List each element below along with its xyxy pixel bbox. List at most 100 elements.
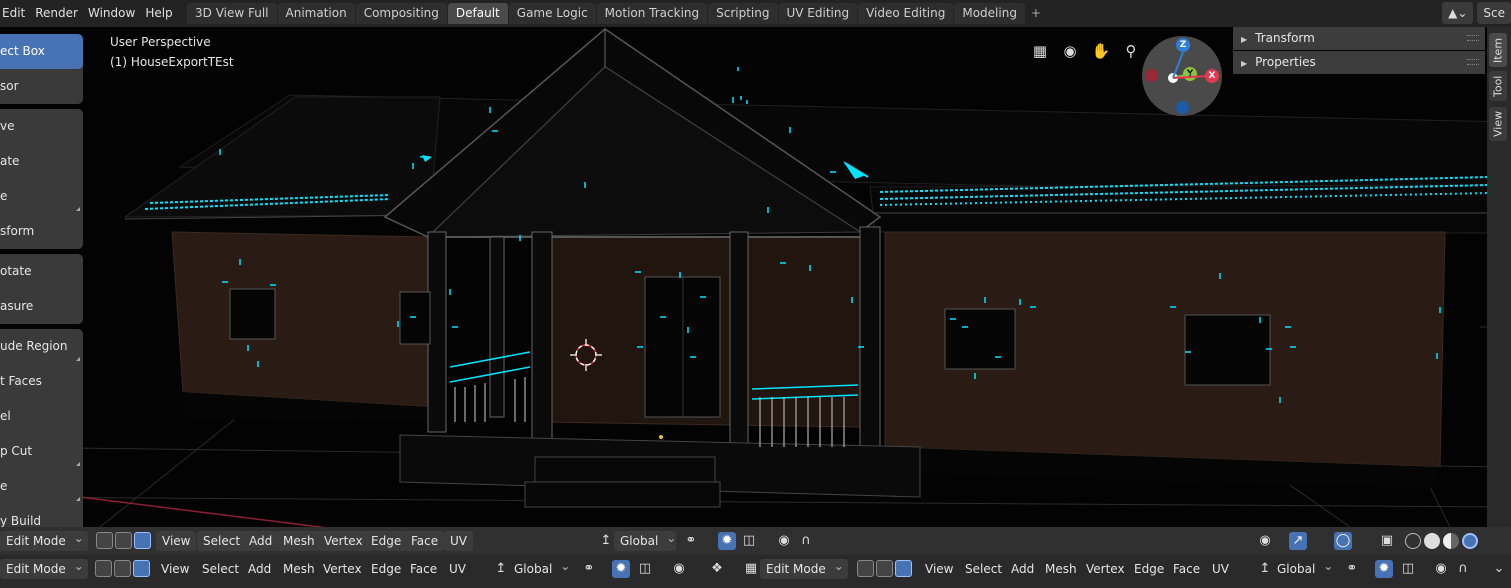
menu-add[interactable]: Add xyxy=(243,531,279,551)
snap-target-icon[interactable]: ◫ xyxy=(1399,560,1417,578)
grid-view-icon[interactable]: ▦ xyxy=(1028,39,1052,63)
grip-icon[interactable] xyxy=(1467,59,1479,65)
menu-help[interactable]: Help xyxy=(140,0,177,27)
vertex-select-icon[interactable] xyxy=(857,560,874,577)
solid-shading-icon[interactable] xyxy=(1424,533,1440,549)
menu-edge-2[interactable]: Edge xyxy=(371,559,401,579)
mode-dropdown-2[interactable]: Edit Mode xyxy=(0,559,88,579)
menu-add-3[interactable]: Add xyxy=(1011,559,1034,579)
mode-dropdown-3[interactable]: Edit Mode xyxy=(760,559,848,579)
house-mesh-render[interactable] xyxy=(0,27,1511,527)
menu-vertex-3[interactable]: Vertex xyxy=(1086,559,1125,579)
overflow-icon[interactable]: ⌄ xyxy=(1490,560,1508,578)
hand-pan-icon[interactable]: ✋ xyxy=(1089,39,1113,63)
menu-edge[interactable]: Edge xyxy=(365,531,408,551)
tab-view[interactable]: View xyxy=(1489,107,1507,141)
menu-mesh[interactable]: Mesh xyxy=(277,531,321,551)
panel-transform[interactable]: ▶ Transform xyxy=(1233,27,1485,50)
menu-view[interactable]: View xyxy=(156,531,197,551)
menu-vertex-2[interactable]: Vertex xyxy=(323,559,362,579)
camera-icon[interactable]: ◉ xyxy=(1058,39,1082,63)
add-workspace-button[interactable]: + xyxy=(1026,3,1046,24)
tool-button[interactable]: ude Region xyxy=(0,329,83,364)
visibility-icon[interactable]: ◉ xyxy=(1256,532,1274,550)
proportional-edit-icon[interactable]: ◉ xyxy=(775,532,793,550)
snap-icon[interactable]: ✹ xyxy=(718,532,736,550)
overlay-toggle-icon[interactable]: ◯ xyxy=(1334,532,1352,550)
workspace-tab-motion-tracking[interactable]: Motion Tracking xyxy=(596,3,708,24)
menu-face-2[interactable]: Face xyxy=(410,559,437,579)
rendered-shading-icon[interactable] xyxy=(1462,533,1478,549)
menu-edge-3[interactable]: Edge xyxy=(1134,559,1164,579)
menu-vertex[interactable]: Vertex xyxy=(318,531,369,551)
menu-uv[interactable]: UV xyxy=(444,531,473,551)
pivot-icon[interactable]: ⚭ xyxy=(682,532,700,550)
menu-mesh-2[interactable]: Mesh xyxy=(283,559,315,579)
tool-button[interactable]: e xyxy=(0,179,83,214)
xray-icon[interactable]: ▣ xyxy=(1378,532,1396,550)
navigation-gizmo[interactable]: Z Y X xyxy=(1142,36,1222,116)
face-select-icon[interactable] xyxy=(133,560,150,577)
tool-button[interactable]: sor xyxy=(0,69,83,104)
tool-button[interactable]: ate xyxy=(0,144,83,179)
face-select-icon[interactable] xyxy=(134,532,151,549)
pivot-icon[interactable]: ⚭ xyxy=(1343,560,1361,578)
menu-mesh-3[interactable]: Mesh xyxy=(1045,559,1077,579)
tool-button[interactable]: y Build xyxy=(0,504,83,527)
grip-icon[interactable] xyxy=(1467,35,1479,41)
tool-button[interactable]: e xyxy=(0,469,83,504)
tab-tool[interactable]: Tool xyxy=(1489,71,1507,101)
tool-button[interactable]: asure xyxy=(0,289,83,324)
tool-button[interactable]: ect Box xyxy=(0,34,83,69)
face-select-icon[interactable] xyxy=(895,560,912,577)
proportional-edit-icon[interactable]: ◉ xyxy=(670,560,688,578)
snap-icon[interactable]: ✹ xyxy=(612,560,630,578)
zoom-icon[interactable]: ⚲ xyxy=(1119,39,1143,63)
scene-name[interactable]: Sce xyxy=(1477,2,1511,24)
workspace-tab-compositing[interactable]: Compositing xyxy=(355,3,447,24)
workspace-tab-default[interactable]: Default xyxy=(447,3,508,24)
mode-dropdown[interactable]: Edit Mode xyxy=(0,531,88,551)
scene-icon-button[interactable]: ▲⌄ xyxy=(1442,2,1474,24)
menu-face[interactable]: Face xyxy=(405,531,445,551)
proportional-edit-icon[interactable]: ◉ xyxy=(1432,560,1450,578)
edge-select-icon[interactable] xyxy=(114,560,131,577)
orientation-dropdown-2[interactable]: Global xyxy=(514,559,570,579)
workspace-tab-video-editing[interactable]: Video Editing xyxy=(858,3,954,24)
orientation-dropdown[interactable]: Global xyxy=(614,531,676,551)
tab-item[interactable]: Item xyxy=(1489,33,1507,67)
editor-type-icon[interactable]: ❖ xyxy=(708,560,726,578)
vertex-select-icon[interactable] xyxy=(95,560,112,577)
workspace-tab-3d-view-full[interactable]: 3D View Full xyxy=(187,3,277,24)
orientation-dropdown-3[interactable]: Global xyxy=(1277,559,1333,579)
workspace-tab-modeling[interactable]: Modeling xyxy=(954,3,1025,24)
menu-select-2[interactable]: Select xyxy=(202,559,239,579)
vertex-select-icon[interactable] xyxy=(96,532,113,549)
menu-render[interactable]: Render xyxy=(30,0,83,27)
menu-uv-2[interactable]: UV xyxy=(449,559,466,579)
panel-properties[interactable]: ▶ Properties xyxy=(1233,51,1485,74)
menu-select[interactable]: Select xyxy=(197,531,247,551)
workspace-tab-uv-editing[interactable]: UV Editing xyxy=(778,3,858,24)
tool-button[interactable]: t Faces xyxy=(0,364,83,399)
material-shading-icon[interactable] xyxy=(1443,533,1459,549)
tool-button[interactable]: ve xyxy=(0,109,83,144)
menu-edit[interactable]: Edit xyxy=(0,0,30,27)
tool-button[interactable]: otate xyxy=(0,254,83,289)
menu-window[interactable]: Window xyxy=(83,0,140,27)
wireframe-shading-icon[interactable] xyxy=(1405,533,1421,549)
edge-select-icon[interactable] xyxy=(115,532,132,549)
menu-add-2[interactable]: Add xyxy=(248,559,271,579)
edge-select-icon[interactable] xyxy=(876,560,893,577)
workspace-tab-scripting[interactable]: Scripting xyxy=(708,3,778,24)
falloff-icon[interactable]: ∩ xyxy=(1454,560,1472,578)
gizmo-toggle-icon[interactable]: ↗ xyxy=(1289,532,1307,550)
workspace-tab-animation[interactable]: Animation xyxy=(277,3,355,24)
snap-icon[interactable]: ✹ xyxy=(1375,560,1393,578)
menu-view-2[interactable]: View xyxy=(161,559,189,579)
snap-target-icon[interactable]: ◫ xyxy=(636,560,654,578)
menu-view-3[interactable]: View xyxy=(925,559,953,579)
tool-button[interactable]: sform xyxy=(0,214,83,249)
tool-button[interactable]: el xyxy=(0,399,83,434)
workspace-tab-game-logic[interactable]: Game Logic xyxy=(508,3,596,24)
